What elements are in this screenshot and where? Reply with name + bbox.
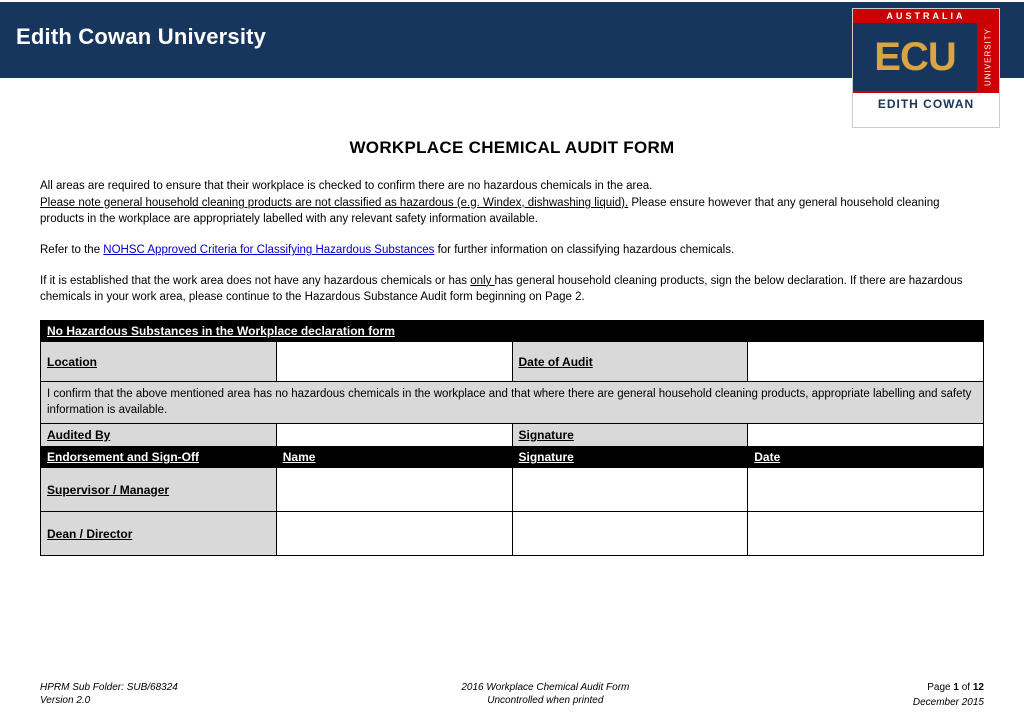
date-audit-input[interactable] [748, 342, 984, 382]
document-content: WORKPLACE CHEMICAL AUDIT FORM All areas … [0, 78, 1024, 556]
refer-post: for further information on classifying h… [434, 244, 734, 256]
supervisor-row: Supervisor / Manager [41, 468, 984, 512]
footer-left: HPRM Sub Folder: SUB/68324 Version 2.0 [40, 681, 178, 709]
table-header-row: No Hazardous Substances in the Workplace… [41, 321, 984, 342]
refer-paragraph: Refer to the NOHSC Approved Criteria for… [40, 242, 984, 259]
logo-bottom-text: EDITH COWAN [853, 91, 999, 115]
dean-label: Dean / Director [41, 512, 277, 556]
intro-paragraph-1: All areas are required to ensure that th… [40, 178, 984, 228]
audited-by-label: Audited By [41, 424, 277, 447]
confirm-text: I confirm that the above mentioned area … [41, 382, 984, 424]
intro-note-underline: Please note general household cleaning p… [40, 197, 628, 209]
signature-header: Signature [512, 447, 748, 468]
confirm-row: I confirm that the above mentioned area … [41, 382, 984, 424]
refer-pre: Refer to the [40, 244, 103, 256]
footer-uncontrolled: Uncontrolled when printed [461, 694, 629, 707]
dean-row: Dean / Director [41, 512, 984, 556]
declaration-table: No Hazardous Substances in the Workplace… [40, 320, 984, 556]
decl-only: only [470, 275, 494, 287]
logo-main-text: ECU [853, 23, 977, 91]
location-label: Location [41, 342, 277, 382]
intro-line1: All areas are required to ensure that th… [40, 180, 652, 192]
footer-center: 2016 Workplace Chemical Audit Form Uncon… [461, 681, 629, 709]
page-header: Edith Cowan University AUSTRALIA ECU UNI… [0, 0, 1024, 78]
signature-input[interactable] [748, 424, 984, 447]
audited-by-row: Audited By Signature [41, 424, 984, 447]
decl-part1: If it is established that the work area … [40, 275, 470, 287]
location-input[interactable] [276, 342, 512, 382]
date-header: Date [748, 447, 984, 468]
footer-right: Page 1 of 12 December 2015 [913, 681, 984, 709]
endorsement-header-row: Endorsement and Sign-Off Name Signature … [41, 447, 984, 468]
form-title: WORKPLACE CHEMICAL AUDIT FORM [40, 138, 984, 158]
supervisor-sig-input[interactable] [512, 468, 748, 512]
declaration-paragraph: If it is established that the work area … [40, 273, 984, 306]
endorsement-label: Endorsement and Sign-Off [41, 447, 277, 468]
table-header-cell: No Hazardous Substances in the Workplace… [41, 321, 984, 342]
supervisor-label: Supervisor / Manager [41, 468, 277, 512]
signature-label: Signature [512, 424, 748, 447]
logo-side-text: UNIVERSITY [977, 23, 999, 91]
supervisor-name-input[interactable] [276, 468, 512, 512]
date-audit-label: Date of Audit [512, 342, 748, 382]
footer-date: December 2015 [913, 696, 984, 709]
footer-hprm: HPRM Sub Folder: SUB/68324 [40, 681, 178, 694]
ecu-logo: AUSTRALIA ECU UNIVERSITY EDITH COWAN [852, 8, 1000, 128]
supervisor-date-input[interactable] [748, 468, 984, 512]
page-number: Page 1 of 12 [913, 681, 984, 694]
logo-top-text: AUSTRALIA [853, 9, 999, 23]
dean-name-input[interactable] [276, 512, 512, 556]
dean-date-input[interactable] [748, 512, 984, 556]
dean-sig-input[interactable] [512, 512, 748, 556]
name-header: Name [276, 447, 512, 468]
location-row: Location Date of Audit [41, 342, 984, 382]
footer-doc-title: 2016 Workplace Chemical Audit Form [461, 681, 629, 694]
page-footer: HPRM Sub Folder: SUB/68324 Version 2.0 2… [40, 681, 984, 709]
audited-by-input[interactable] [276, 424, 512, 447]
footer-version: Version 2.0 [40, 694, 178, 707]
nohsc-link[interactable]: NOHSC Approved Criteria for Classifying … [103, 244, 434, 256]
